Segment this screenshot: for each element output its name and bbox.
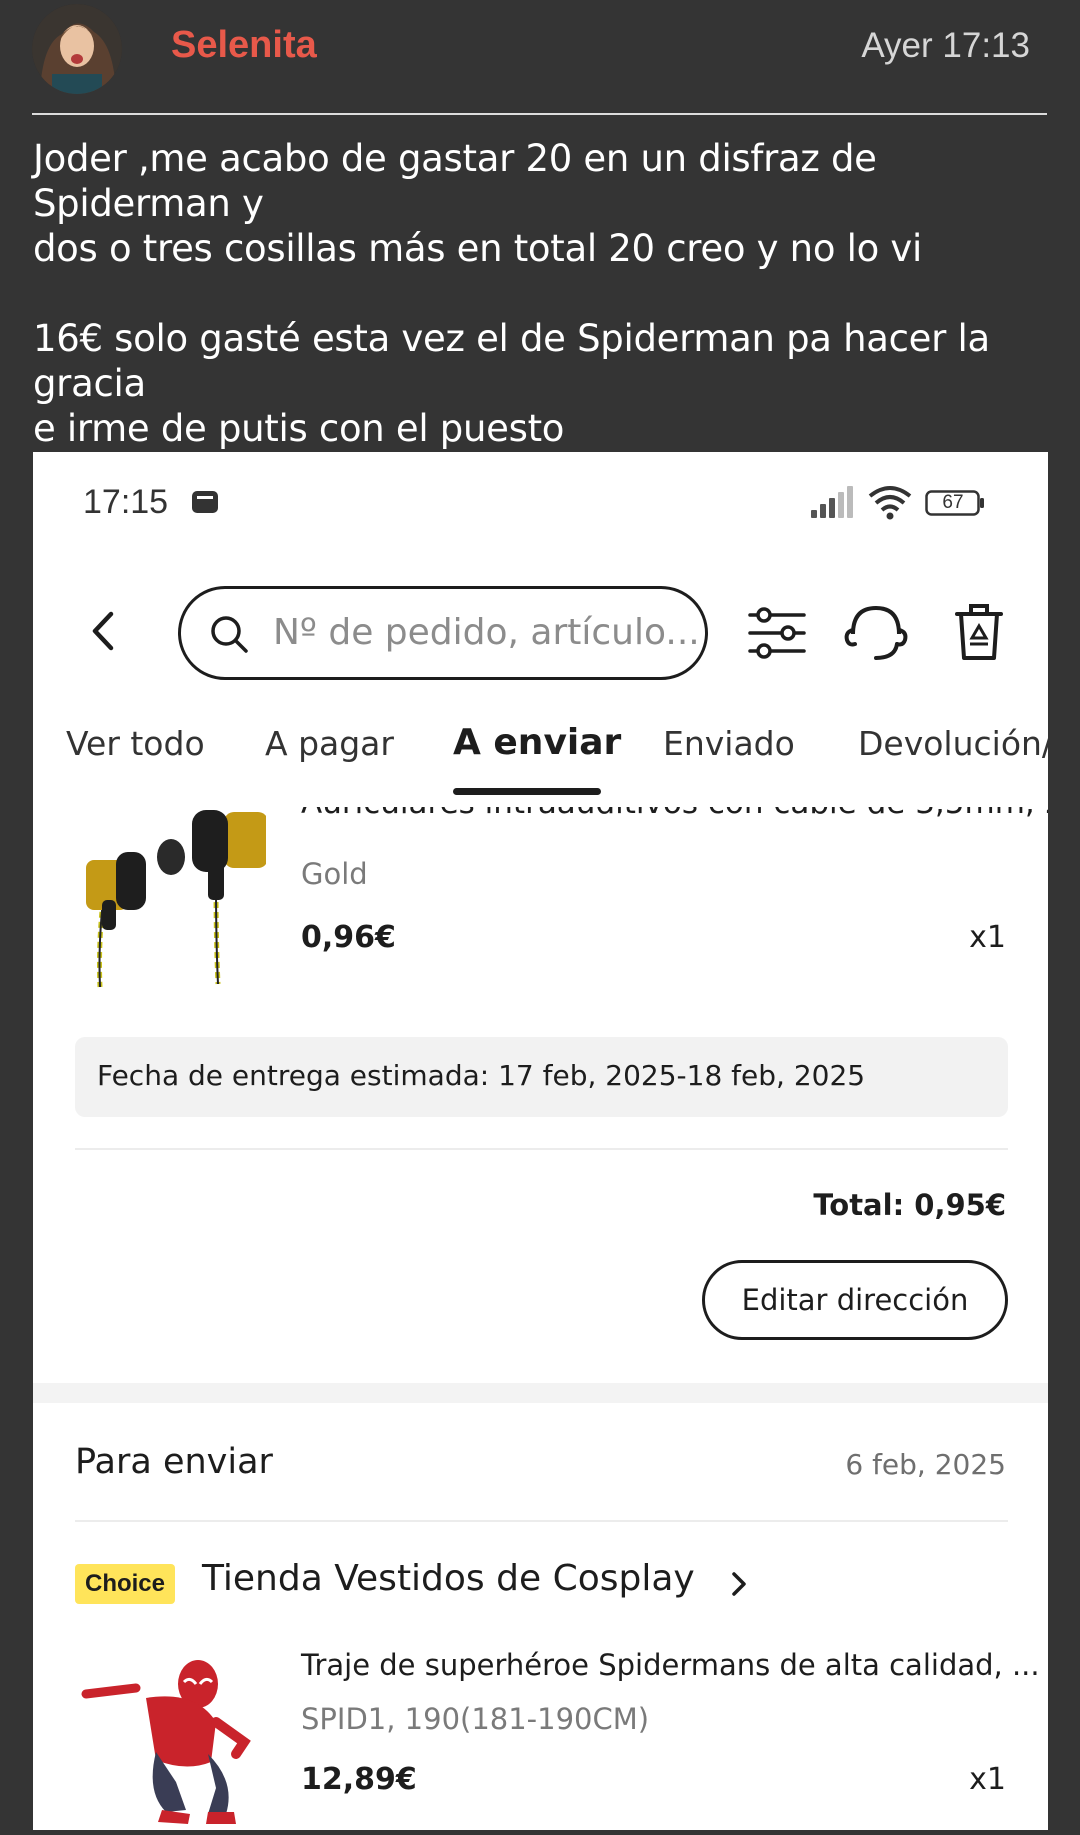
message-icon	[192, 491, 218, 513]
item-title[interactable]: Traje de superhéroe Spidermans de alta c…	[301, 1648, 1040, 1682]
order-status-title: Para enviar	[75, 1442, 273, 1482]
spiderman-costume-product-image[interactable]	[76, 1642, 266, 1830]
attached-screenshot[interactable]: 17:15 67 Nº de pedido, artículo... Ver t…	[33, 452, 1048, 1830]
sliders-icon[interactable]	[748, 605, 806, 661]
post-header: Selenita Ayer 17:13	[0, 0, 1080, 114]
headset-icon[interactable]	[843, 604, 909, 662]
search-input[interactable]: Nº de pedido, artículo...	[178, 586, 708, 680]
post-body: Joder ,me acabo de gastar 20 en un disfr…	[33, 136, 1053, 451]
top-bar: Nº de pedido, artículo...	[33, 562, 1048, 682]
item-variant: Gold	[301, 857, 368, 891]
store-name[interactable]: Tienda Vestidos de Cosplay	[202, 1558, 695, 1599]
post-paragraph: Joder ,me acabo de gastar 20 en un disfr…	[33, 137, 922, 270]
active-tab-indicator	[453, 788, 601, 795]
tab-enviado[interactable]: Enviado	[663, 724, 795, 763]
order-total: Total: 0,95€	[813, 1188, 1006, 1222]
search-placeholder: Nº de pedido, artículo...	[273, 612, 700, 653]
item-quantity: x1	[969, 920, 1006, 955]
tab-a-pagar[interactable]: A pagar	[265, 724, 394, 763]
username[interactable]: Selenita	[171, 24, 317, 67]
avatar[interactable]	[32, 4, 122, 94]
order-tabs: Ver todo A pagar A enviar Enviado Devolu…	[33, 702, 1048, 802]
choice-badge: Choice	[75, 1564, 175, 1604]
item-title[interactable]: Auriculares intraauditivos con cable de …	[301, 807, 1048, 821]
wifi-icon	[868, 486, 912, 520]
post-timestamp: Ayer 17:13	[861, 26, 1030, 65]
store-link[interactable]: Choice Tienda Vestidos de Cosplay	[75, 1558, 1008, 1618]
trash-recycle-icon[interactable]	[955, 602, 1003, 662]
section-separator	[33, 1383, 1048, 1403]
tab-devolucion[interactable]: Devolución/	[858, 724, 1048, 763]
delivery-text: Fecha de entrega estimada: 17 feb, 2025-…	[97, 1059, 866, 1092]
battery-level: 67	[942, 492, 964, 513]
avatar-image	[32, 4, 122, 94]
item-price: 12,89€	[301, 1762, 417, 1797]
item-variant: SPID1, 190(181-190CM)	[301, 1702, 650, 1736]
post-paragraph: 16€ solo gasté esta vez el de Spiderman …	[33, 317, 990, 450]
edit-address-button[interactable]: Editar dirección	[702, 1260, 1008, 1340]
item-quantity: x1	[969, 1762, 1006, 1797]
search-icon	[211, 616, 248, 653]
order-date: 6 feb, 2025	[845, 1448, 1006, 1481]
post-divider	[32, 113, 1047, 115]
item-price: 0,96€	[301, 920, 396, 955]
signal-icon	[811, 486, 853, 518]
tab-a-enviar[interactable]: A enviar	[453, 722, 621, 763]
order-item[interactable]: Auriculares intraauditivos con cable de …	[33, 807, 1048, 1037]
status-bar: 17:15 67	[33, 452, 1048, 552]
divider	[75, 1520, 1008, 1522]
status-time: 17:15	[83, 483, 169, 521]
tab-ver-todo[interactable]: Ver todo	[66, 724, 205, 763]
chevron-left-icon[interactable]	[85, 608, 119, 654]
chevron-right-icon[interactable]	[730, 1570, 748, 1598]
divider	[75, 1148, 1008, 1150]
delivery-estimate: Fecha de entrega estimada: 17 feb, 2025-…	[75, 1037, 1008, 1117]
earphones-product-image[interactable]	[76, 807, 266, 992]
